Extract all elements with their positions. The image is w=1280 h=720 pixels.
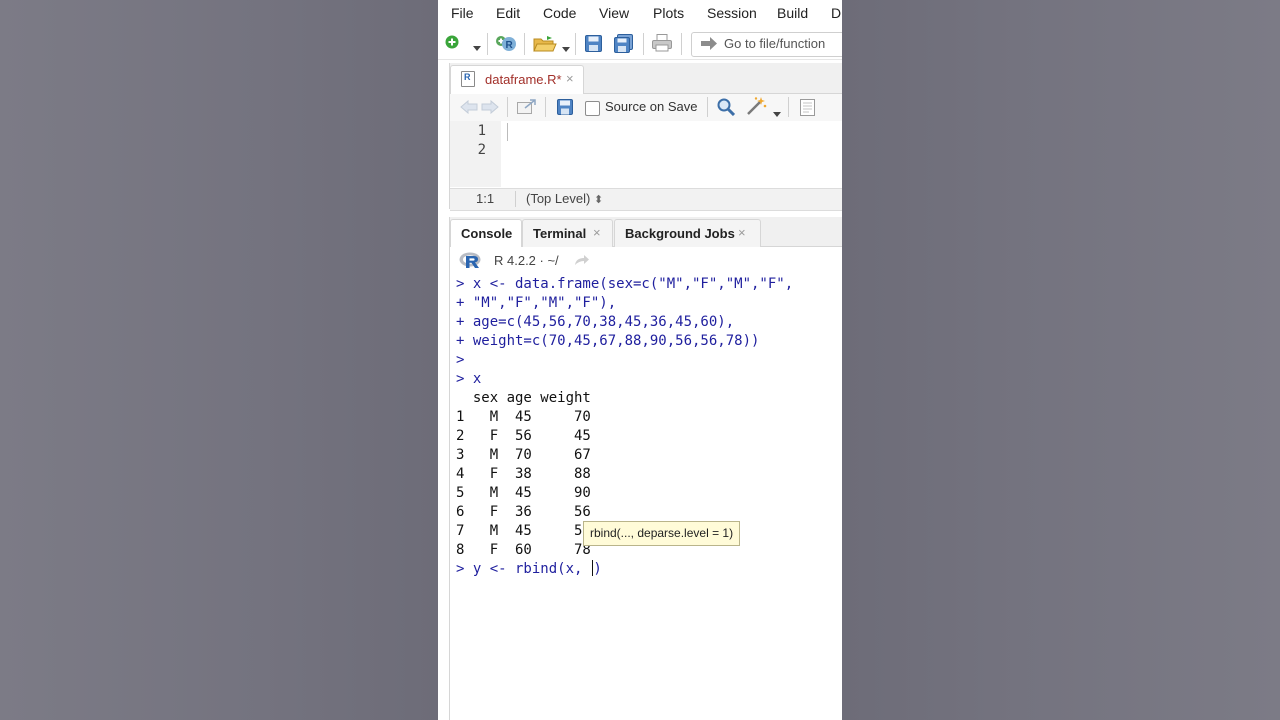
console-output-line: sex age weight — [456, 390, 591, 406]
menu-view[interactable]: View — [599, 5, 629, 21]
toolbar-divider — [575, 33, 576, 55]
toolbar-divider — [681, 33, 682, 55]
toolbar-divider — [487, 33, 488, 55]
line-number: 1 — [477, 123, 486, 139]
source-toolbar: Source on Save — [450, 94, 842, 122]
console-input-line: + weight=c(70,45,67,88,90,56,56,78)) — [456, 333, 760, 349]
console-input-line: > x <- data.frame(sex=c("M","F","M","F", — [456, 276, 794, 292]
toolbar-divider — [707, 97, 708, 117]
save-icon[interactable] — [585, 35, 602, 57]
source-on-save-checkbox[interactable] — [585, 101, 600, 116]
tab-background-jobs[interactable]: Background Jobs × — [614, 219, 761, 247]
line-number-gutter: 1 2 — [450, 121, 501, 187]
console-output-line: 8 F 60 78 — [456, 542, 591, 558]
console-output-line: 4 F 38 88 — [456, 466, 591, 482]
source-tab-bar: R dataframe.R* × — [450, 63, 842, 94]
tab-label: dataframe.R* — [485, 72, 562, 87]
console-input-line: > — [456, 352, 465, 368]
menu-code[interactable]: Code — [543, 5, 576, 21]
rstudio-window: File Edit Code View Plots Session Build … — [438, 0, 842, 720]
menu-plots[interactable]: Plots — [653, 5, 684, 21]
main-toolbar: R Go to file/function — [438, 29, 842, 60]
scope-arrows-icon: ⬍ — [593, 194, 604, 206]
close-icon[interactable]: × — [738, 225, 746, 240]
tab-label: Background Jobs — [625, 226, 735, 241]
new-project-icon[interactable]: R — [495, 34, 519, 57]
left-background — [0, 0, 438, 720]
console-current-input[interactable]: > y <- rbind(x, ) — [456, 560, 602, 579]
open-folder-icon[interactable] — [533, 36, 557, 57]
back-arrow-icon[interactable] — [460, 99, 478, 119]
search-icon[interactable] — [717, 98, 736, 121]
r-version-label: R 4.2.2 · ~/ — [494, 253, 559, 268]
go-to-directory-icon[interactable] — [574, 253, 590, 271]
menu-debug[interactable]: D — [831, 5, 841, 21]
r-file-icon: R — [461, 71, 475, 87]
forward-arrow-icon[interactable] — [481, 99, 499, 119]
console-input-line: + "M","F","M","F"), — [456, 295, 617, 311]
tab-dataframe-r[interactable]: R dataframe.R* × — [450, 65, 584, 94]
new-file-icon[interactable] — [445, 35, 459, 54]
save-icon[interactable] — [557, 99, 573, 120]
line-number: 2 — [477, 142, 486, 158]
show-in-window-icon[interactable] — [517, 99, 537, 120]
current-input-text: > y <- rbind(x, — [456, 561, 591, 577]
scope-selector[interactable]: (Top Level) ⬍ — [526, 191, 603, 206]
menu-session[interactable]: Session — [707, 5, 757, 21]
compile-report-icon[interactable] — [800, 99, 816, 121]
source-on-save-label: Source on Save — [605, 99, 698, 114]
go-to-file-placeholder: Go to file/function — [724, 36, 826, 51]
code-editor[interactable]: 1 2 — [450, 121, 842, 187]
console-output-line: 3 M 70 67 — [456, 447, 591, 463]
tab-label: Console — [461, 226, 513, 241]
toolbar-divider — [524, 33, 525, 55]
console-input-line: > x — [456, 371, 482, 387]
scope-label: (Top Level) — [526, 191, 591, 206]
toolbar-divider — [643, 33, 644, 55]
menu-edit[interactable]: Edit — [496, 5, 520, 21]
save-all-icon[interactable] — [614, 34, 634, 58]
console-output-line: 5 M 45 90 — [456, 485, 591, 501]
r-logo-icon — [459, 252, 481, 268]
text-cursor — [507, 123, 508, 141]
chevron-down-icon[interactable] — [562, 40, 570, 58]
menu-bar: File Edit Code View Plots Session Build … — [438, 0, 842, 28]
status-divider — [515, 191, 516, 207]
console-output-line: 2 F 56 45 — [456, 428, 591, 444]
console-tab-bar: Console Terminal × Background Jobs × — [450, 217, 842, 247]
console-output-line: 6 F 36 56 — [456, 504, 591, 520]
cursor-position: 1:1 — [476, 191, 495, 206]
toolbar-divider — [507, 97, 508, 117]
tab-console[interactable]: Console — [450, 219, 522, 247]
chevron-down-icon[interactable] — [473, 39, 481, 57]
auto-paren: ) — [593, 561, 602, 577]
menu-file[interactable]: File — [451, 5, 474, 21]
menu-build[interactable]: Build — [777, 5, 808, 21]
close-icon[interactable]: × — [593, 225, 601, 240]
function-signature-tooltip: rbind(..., deparse.level = 1) — [583, 521, 741, 546]
console-header: R 4.2.2 · ~/ — [450, 247, 842, 273]
svg-text:R: R — [506, 40, 514, 51]
print-icon[interactable] — [652, 34, 672, 57]
source-pane: R dataframe.R* × Source on Save 1 2 1:1 … — [449, 63, 842, 211]
console-output-line: 7 M 45 56 — [456, 523, 591, 539]
tab-terminal[interactable]: Terminal × — [522, 219, 613, 247]
right-background — [842, 0, 1280, 720]
go-to-file-input[interactable]: Go to file/function — [691, 32, 842, 57]
editor-status-bar: 1:1 (Top Level) ⬍ — [450, 188, 842, 211]
toolbar-divider — [545, 97, 546, 117]
go-to-arrow-icon — [700, 36, 718, 57]
magic-wand-icon[interactable] — [746, 97, 768, 121]
console-pane: Console Terminal × Background Jobs × R 4… — [449, 217, 842, 720]
close-icon[interactable]: × — [566, 71, 574, 86]
console-input-line: + age=c(45,56,70,38,45,36,45,60), — [456, 314, 735, 330]
tab-label: Terminal — [533, 226, 587, 241]
console-output[interactable]: > y <- rbind(x, ) > x <- data.frame(sex=… — [450, 273, 842, 720]
toolbar-divider — [788, 97, 789, 117]
console-output-line: 1 M 45 70 — [456, 409, 591, 425]
